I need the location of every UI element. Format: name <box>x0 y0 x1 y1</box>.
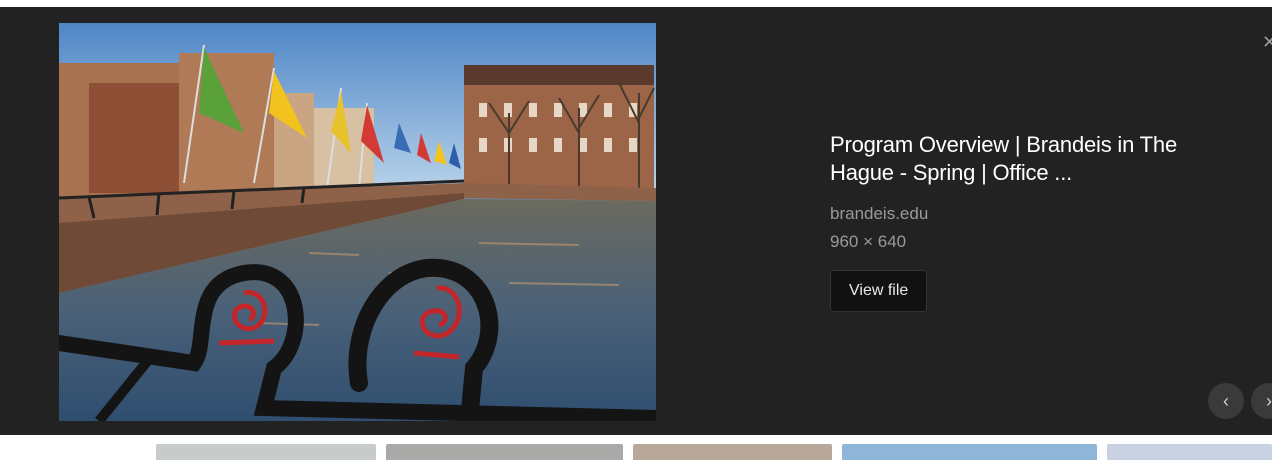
result-source[interactable]: brandeis.edu <box>830 203 1230 225</box>
view-file-button[interactable]: View file <box>830 270 928 312</box>
image-dimensions: 960 × 640 <box>830 232 907 251</box>
thumbnail-4[interactable] <box>842 444 1097 460</box>
thumbnail-3[interactable] <box>633 444 832 460</box>
next-button[interactable]: › <box>1251 383 1272 419</box>
preview-image[interactable] <box>59 23 656 421</box>
thumbnail-5[interactable] <box>1107 444 1272 460</box>
chevron-left-icon: ‹ <box>1223 391 1229 411</box>
thumbnail-1[interactable] <box>156 444 376 460</box>
thumbnail-2[interactable] <box>386 444 623 460</box>
previous-button[interactable]: ‹ <box>1208 383 1244 419</box>
chevron-right-icon: › <box>1266 391 1272 411</box>
thumbnail-strip <box>0 435 1272 460</box>
image-preview-panel: Program Overview | Brandeis in The Hague… <box>0 7 1272 435</box>
close-icon[interactable]: ✕ <box>1262 31 1272 53</box>
top-edge <box>0 0 1272 7</box>
result-title[interactable]: Program Overview | Brandeis in The Hague… <box>830 131 1230 187</box>
preview-image-graphic <box>59 23 656 421</box>
result-info: Program Overview | Brandeis in The Hague… <box>830 131 1230 312</box>
